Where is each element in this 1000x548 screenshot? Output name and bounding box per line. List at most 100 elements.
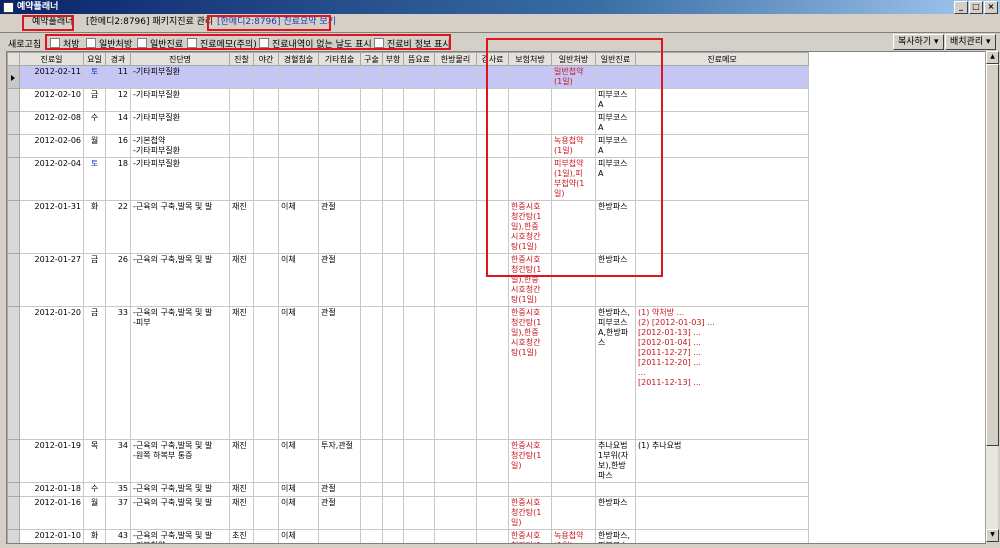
column-header[interactable]: 한방물리 (434, 52, 477, 66)
copy-button[interactable]: 복사하기 ▾ (893, 34, 944, 50)
cell-tteum (403, 157, 435, 201)
row-selector[interactable] (7, 306, 20, 440)
cell-elapsed: 43 (105, 529, 131, 543)
table-row[interactable]: 2012-02-06 월 16 -기본첩약 -기타피부질환 녹용첩약 (1일) 피부코스 … (7, 134, 809, 158)
column-header[interactable]: 경혈침술 (278, 52, 319, 66)
care-summary-grid[interactable]: 진료일 요일 경과 진단명 진찰 야간 경혈침술 기타침술 구술 부항 뜸요료 한방물리 검사료 보험처방… (6, 51, 986, 544)
row-selector[interactable] (7, 157, 20, 201)
column-header[interactable]: 진료메모 (635, 52, 809, 66)
column-header[interactable]: 진찰 (229, 52, 254, 66)
checkbox-label: 진료메모(주의) (200, 40, 257, 50)
column-header[interactable]: 부항 (382, 52, 404, 66)
column-header[interactable]: 야간 (253, 52, 279, 66)
cell-other-acu: 관절 (318, 482, 361, 497)
cell-elapsed: 37 (105, 496, 131, 530)
tab-reservation-planner[interactable]: 예약플래너 (28, 16, 77, 29)
cell-exam (229, 134, 254, 158)
row-selector[interactable] (7, 496, 20, 530)
scroll-up-icon[interactable]: ▲ (986, 51, 999, 64)
table-row[interactable]: 2012-02-11 토 11 -기타피부질환 일반첩약 (1일) (7, 65, 809, 89)
maximize-icon[interactable]: □ (969, 1, 983, 14)
cell-memo (635, 65, 809, 89)
checkbox-general-care[interactable]: 일반진료 (137, 37, 183, 50)
column-header[interactable]: 검사료 (476, 52, 509, 66)
column-header[interactable]: 뜸요료 (403, 52, 435, 66)
cell-elapsed: 11 (105, 65, 131, 89)
cell-tteum (403, 306, 435, 440)
refresh-button[interactable]: 새로고침 (8, 37, 41, 50)
table-row[interactable]: 2012-01-27 금 26 -근육의 구축,발목 및 발 재진 이체 관절 한중시호 청간… (7, 253, 809, 307)
cell-test (476, 134, 509, 158)
cell-diag: -기타피부질환 (130, 111, 230, 135)
checkbox-box[interactable] (187, 38, 197, 48)
cell-buhang (382, 306, 404, 440)
scroll-down-icon[interactable]: ▼ (986, 529, 999, 542)
checkbox-box[interactable] (374, 38, 384, 48)
table-row[interactable]: 2012-02-08 수 14 -기타피부질환 피부코스 A (7, 111, 809, 135)
cell-gusul (360, 253, 383, 307)
checkbox-general-prescription[interactable]: 일반처방 (86, 37, 132, 50)
row-selector[interactable] (7, 200, 20, 254)
tab-package-care[interactable]: [한메디2:8796] 패키지진료 관리 (82, 16, 217, 29)
row-selector[interactable] (7, 134, 20, 158)
cell-buhang (382, 439, 404, 483)
table-row[interactable]: 2012-02-10 금 12 -기타피부질환 피부코스 A (7, 88, 809, 112)
row-selector[interactable] (7, 439, 20, 483)
vertical-scrollbar[interactable]: ▲ ▼ (985, 51, 999, 542)
checkbox-care-memo[interactable]: 진료메모(주의) (187, 37, 257, 50)
scroll-thumb[interactable] (986, 64, 999, 446)
cell-gen-rx: 일반첩약 (1일) (551, 65, 596, 89)
close-icon[interactable]: × (984, 1, 998, 14)
checkbox-show-fee-info[interactable]: 진료비 정보 표시 (374, 37, 451, 50)
column-header[interactable]: 보험처방 (508, 52, 552, 66)
cell-night (253, 529, 279, 543)
row-selector[interactable] (7, 65, 20, 89)
cell-date: 2012-01-31 (19, 200, 84, 254)
checkbox-prescription[interactable]: 처방 (50, 37, 80, 50)
row-selector[interactable] (7, 111, 20, 135)
table-row[interactable]: 2012-02-04 토 18 -기타피부질환 피부첩약 (1일),피 부첩약(1 일)… (7, 157, 809, 201)
checkbox-box[interactable] (259, 38, 269, 48)
cell-night (253, 496, 279, 530)
cell-acu (278, 134, 319, 158)
column-header[interactable]: 일반진료 (595, 52, 636, 66)
column-header[interactable]: 진료일 (19, 52, 84, 66)
row-selector[interactable] (7, 253, 20, 307)
cell-diag: -기본첩약 -기타피부질환 (130, 134, 230, 158)
column-header[interactable]: 구술 (360, 52, 383, 66)
cell-night (253, 65, 279, 89)
cell-diag: -근육의 구축,발목 및 발 -기본첩약 -피부 (130, 529, 230, 543)
cell-ins-rx: 한중시호 청간탕(1 일) (508, 439, 552, 483)
cell-elapsed: 14 (105, 111, 131, 135)
column-header[interactable]: 일반처방 (551, 52, 596, 66)
minimize-icon[interactable]: _ (954, 1, 968, 14)
window-titlebar: 예약플래너 _ □ × (0, 0, 1000, 14)
table-row[interactable]: 2012-01-18 수 35 -근육의 구축,발목 및 발 재진 이체 관절 (7, 482, 809, 497)
cell-memo (635, 111, 809, 135)
column-header[interactable]: 진단명 (130, 52, 230, 66)
row-selector[interactable] (7, 88, 20, 112)
checkbox-box[interactable] (50, 38, 60, 48)
cell-buhang (382, 200, 404, 254)
cell-dow: 금 (83, 88, 106, 112)
row-selector[interactable] (7, 482, 20, 497)
column-header[interactable]: 요일 (83, 52, 106, 66)
layout-manage-button[interactable]: 배치관리 ▾ (945, 34, 996, 50)
table-row[interactable]: 2012-01-31 화 22 -근육의 구축,발목 및 발 재진 이체 관절 한중시호 청간… (7, 200, 809, 254)
row-selector[interactable] (7, 529, 20, 543)
table-row[interactable]: 2012-01-16 월 37 -근육의 구축,발목 및 발 재진 이체 관절 한중시호 청간… (7, 496, 809, 530)
checkbox-show-empty-days[interactable]: 진료내역이 없는 날도 표시 (259, 37, 372, 50)
checkbox-box[interactable] (137, 38, 147, 48)
table-row[interactable]: 2012-01-20 금 33 -근육의 구축,발목 및 발 -피부 재진 이체 관절 한중시… (7, 306, 809, 440)
checkbox-box[interactable] (86, 38, 96, 48)
cell-gen-rx: 녹용첩약 (1일) (551, 134, 596, 158)
tab-care-summary[interactable]: [한메디2:8796] 진료요약 보기 (213, 16, 340, 29)
cell-dow: 월 (83, 134, 106, 158)
cell-date: 2012-01-10 (19, 529, 84, 543)
cell-gen-care (595, 482, 636, 497)
column-header[interactable]: 기타침술 (318, 52, 361, 66)
cell-other-acu: 관절 (318, 306, 361, 440)
table-row[interactable]: 2012-01-10화43-근육의 구축,발목 및 발 -기본첩약 -피부초진 이… (7, 529, 809, 543)
column-header[interactable]: 경과 (105, 52, 131, 66)
table-row[interactable]: 2012-01-19 목 34 -근육의 구축,발목 및 발 -원쪽 하복부 통증 재진… (7, 439, 809, 483)
